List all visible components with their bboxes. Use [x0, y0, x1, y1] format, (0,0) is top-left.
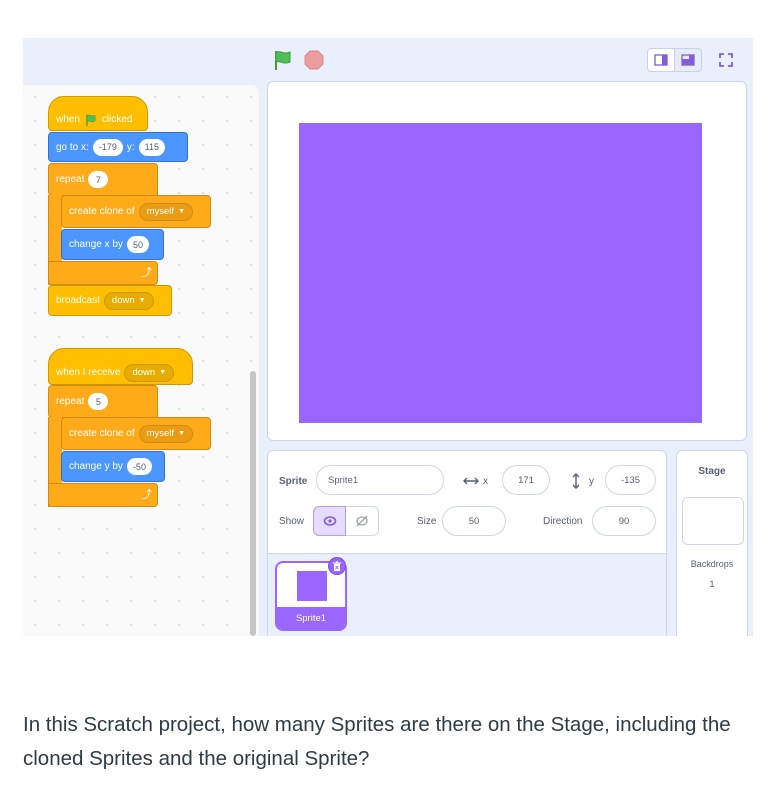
sprite-name-input[interactable]: Sprite1 [316, 465, 444, 495]
stop-sign-icon[interactable] [304, 50, 324, 70]
direction-input[interactable]: 90 [592, 506, 656, 536]
change-y-block[interactable]: change y by -50 [61, 451, 165, 482]
backdrops-count: 1 [709, 579, 715, 589]
show-visible-button[interactable] [313, 506, 346, 536]
stage-sprite[interactable] [299, 123, 702, 423]
block-label: create clone of [69, 206, 135, 217]
receive-message-dropdown[interactable]: down ▼ [124, 363, 175, 382]
caret-down-icon: ▼ [178, 430, 185, 437]
block-label: go to x: [56, 141, 89, 153]
eye-hidden-icon [356, 515, 368, 527]
green-flag-icon[interactable] [271, 48, 295, 72]
caret-down-icon: ▼ [138, 297, 146, 304]
broadcast-block[interactable]: broadcast down ▼ [48, 285, 172, 316]
scratch-editor: when clicked go to x: -179 y: 115 repeat… [23, 38, 753, 636]
block-label: clicked [101, 114, 133, 125]
repeat-count-input[interactable]: 5 [88, 393, 109, 410]
x-arrows-icon [463, 477, 479, 485]
loop-arrow-icon: ⤴ [141, 267, 152, 279]
small-stage-icon [654, 54, 668, 66]
green-flag-icon [86, 114, 96, 126]
block-label: when I receive [56, 367, 121, 378]
direction-label: Direction [543, 516, 583, 527]
caret-down-icon: ▼ [159, 369, 167, 376]
fullscreen-button[interactable] [713, 48, 739, 72]
fullscreen-icon [719, 53, 733, 67]
create-clone-block[interactable]: create clone of myself ▼ [61, 417, 211, 450]
small-stage-button[interactable] [647, 48, 675, 72]
broadcast-message-dropdown[interactable]: down ▼ [103, 291, 154, 310]
stage-selector[interactable]: Stage Backdrops 1 [676, 450, 748, 636]
backdrop-thumbnail[interactable] [682, 497, 744, 545]
size-input[interactable]: 50 [442, 506, 506, 536]
x-position-input[interactable]: 171 [502, 465, 550, 495]
code-area[interactable]: when clicked go to x: -179 y: 115 repeat… [23, 85, 259, 636]
size-label: Size [417, 516, 437, 527]
sprite-info: Sprite Sprite1 x 171 y -135 Show Size 50… [268, 451, 666, 553]
show-toggle [313, 506, 380, 536]
change-y-input[interactable]: -50 [126, 458, 152, 475]
block-label: change x by [69, 239, 123, 250]
repeat-count-input[interactable]: 7 [88, 171, 109, 188]
y-position-input[interactable]: -135 [605, 465, 656, 495]
sprite-tile-label: Sprite1 [277, 607, 345, 629]
y-arrows-icon [572, 473, 580, 489]
change-x-block[interactable]: change x by 50 [61, 229, 164, 260]
when-flag-clicked-block[interactable]: when clicked [48, 96, 148, 131]
block-label: broadcast [56, 295, 100, 306]
clone-target-dropdown[interactable]: myself ▼ [138, 202, 193, 221]
show-label: Show [279, 516, 305, 527]
sprite-pane: Sprite Sprite1 x 171 y -135 Show Size 50… [267, 450, 667, 636]
x-label: x [483, 476, 488, 487]
trash-icon [333, 560, 341, 571]
normal-stage-icon [681, 54, 695, 66]
repeat-block[interactable]: repeat 5 [48, 385, 158, 418]
go-to-xy-block[interactable]: go to x: -179 y: 115 [48, 132, 188, 162]
sprite-thumbnail [297, 571, 327, 601]
loop-arrow-icon: ⤴ [141, 489, 152, 501]
x-input[interactable]: -179 [92, 138, 123, 156]
sprite-label: Sprite [279, 476, 308, 487]
block-label: repeat [56, 174, 85, 185]
backdrops-label: Backdrops [690, 559, 734, 569]
block-label: repeat [56, 396, 85, 407]
y-label: y [589, 476, 594, 487]
eye-icon [323, 516, 336, 526]
block-label: y: [126, 141, 135, 153]
block-label: change y by [69, 461, 123, 472]
question-text: In this Scratch project, how many Sprite… [23, 713, 731, 770]
create-clone-block[interactable]: create clone of myself ▼ [61, 195, 211, 228]
code-area-scrollbar[interactable] [250, 371, 256, 636]
normal-stage-button[interactable] [674, 48, 702, 72]
stage-selector-title: Stage [698, 466, 726, 477]
block-label: when [56, 114, 80, 125]
caret-down-icon: ▼ [178, 208, 185, 215]
clone-target-dropdown[interactable]: myself ▼ [138, 424, 193, 443]
change-x-input[interactable]: 50 [126, 236, 149, 253]
when-i-receive-block[interactable]: when I receive down ▼ [48, 348, 193, 385]
stage[interactable] [267, 81, 747, 441]
block-label: create clone of [69, 428, 135, 439]
repeat-block[interactable]: repeat 7 [48, 163, 158, 196]
show-hidden-button[interactable] [346, 506, 379, 536]
delete-sprite-button[interactable] [328, 557, 346, 575]
y-input[interactable]: 115 [138, 138, 165, 156]
